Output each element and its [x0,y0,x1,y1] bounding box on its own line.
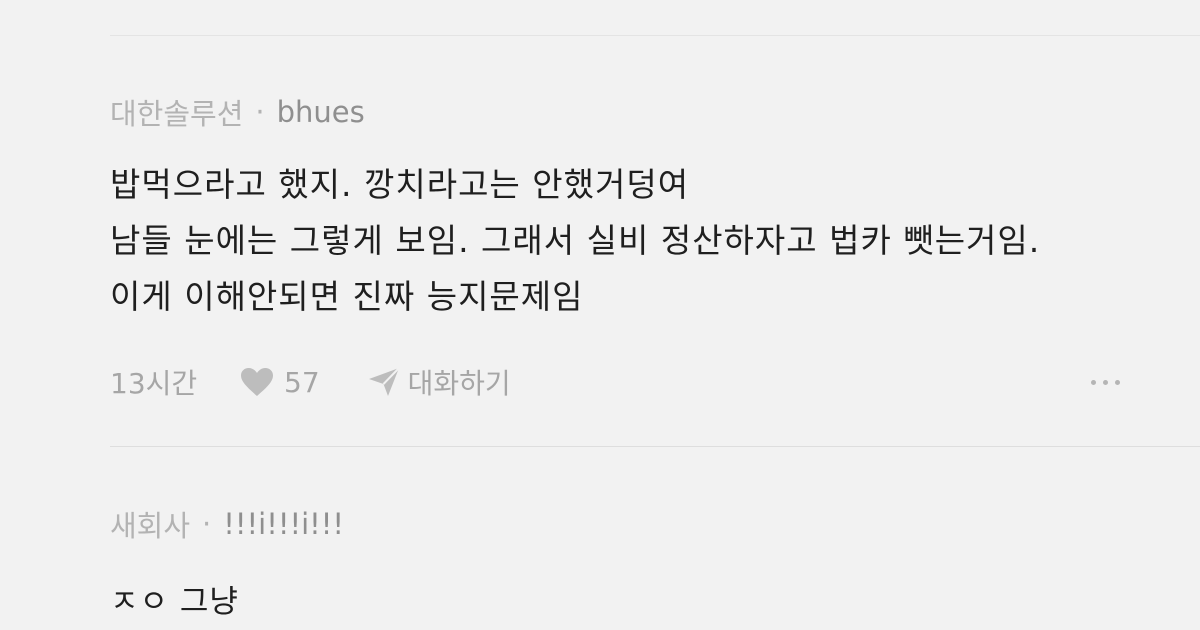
meta-separator: · [255,95,265,129]
top-divider [110,35,1200,36]
company-name[interactable]: 대한솔루션 [110,91,243,133]
dot [1103,379,1108,385]
comment-line: 이게 이해안되면 진짜 능지문제임 [110,277,584,316]
heart-icon [241,368,273,396]
dot [1091,379,1096,385]
comment-body: ㅈㅇ 그냥 [110,574,1200,630]
dot [1115,379,1120,385]
company-name[interactable]: 새회사 [110,503,190,545]
more-dots-icon[interactable] [1091,362,1120,402]
timestamp: 13시간 [110,367,198,400]
comment-line: ㅈㅇ 그냥 [110,584,239,620]
send-icon [368,367,400,396]
reply-label: 대화하기 [407,367,511,400]
comment: 대한솔루션 · bhues 밥먹으라고 했지. 깡치라고는 안했거덩여 남들 눈… [110,92,1200,400]
comment: 새회사 · !!!i!!!i!!! ㅈㅇ 그냥 [110,504,1200,630]
comment-actions: 13시간 57 대화하기 [110,362,1200,402]
comment-body: 밥먹으라고 했지. 깡치라고는 안했거덩여 남들 눈에는 그렇게 보임. 그래서… [110,157,1200,325]
like-count: 57 [284,365,320,399]
author-name[interactable]: bhues [277,95,365,129]
reply-button[interactable]: 대화하기 [368,362,511,402]
comment-line: 밥먹으라고 했지. 깡치라고는 안했거덩여 [110,165,690,204]
comment-meta: 새회사 · !!!i!!!i!!! [110,504,1200,544]
like-button[interactable]: 57 [240,366,320,399]
author-name[interactable]: !!!i!!!i!!! [223,507,344,541]
comment-line: 남들 눈에는 그렇게 보임. 그래서 실비 정산하자고 법카 뺏는거임. [110,221,1041,260]
comment-divider [110,446,1200,447]
comment-meta: 대한솔루션 · bhues [110,92,1200,132]
meta-separator: · [202,507,212,541]
